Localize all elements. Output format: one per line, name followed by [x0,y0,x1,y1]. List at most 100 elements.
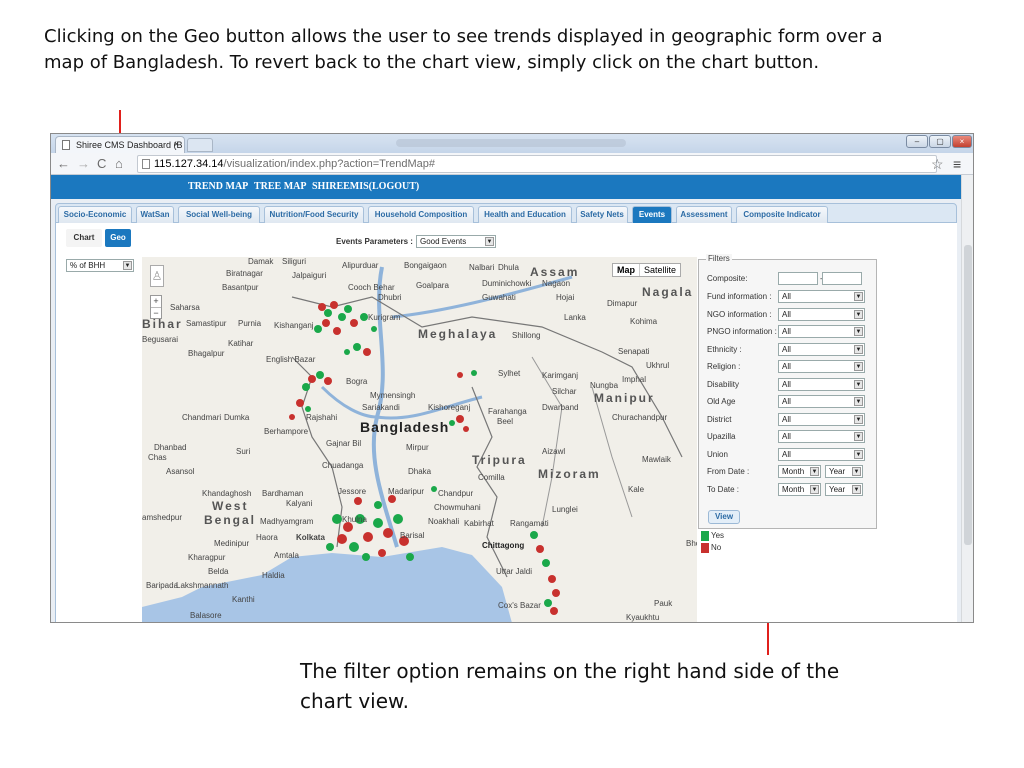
select-value: All [782,450,791,459]
menu-icon[interactable]: ≡ [953,156,961,172]
tab-composite-indicator[interactable]: Composite Indicator [736,206,828,223]
map-label: Chandmari [182,413,222,422]
map-type-satellite-button[interactable]: Satellite [640,264,680,276]
tab-household-composition[interactable]: Household Composition [368,206,474,223]
events-parameters-select[interactable]: Good Events ▼ [416,235,496,248]
union-select[interactable]: All ▼ [778,448,865,461]
back-icon[interactable]: ← [57,156,70,171]
select-value: Month [782,485,805,494]
ngo-information-select[interactable]: All ▼ [778,308,865,321]
minimize-button[interactable]: – [906,135,928,148]
map-type-map-button[interactable]: Map [613,264,640,276]
map-label: Dimapur [607,299,638,308]
disability-label: Disability [707,380,740,389]
pngo-information-select[interactable]: All ▼ [778,325,865,338]
map-label: Duminichowki [482,279,532,288]
map-label: Alipurduar [342,261,379,270]
map-region-label: Mizoram [538,467,601,481]
map-label: Mirpur [406,443,429,452]
tab-events[interactable]: Events [632,206,672,223]
tab-socio-economic[interactable]: Socio-Economic [58,206,132,223]
maximize-button[interactable]: ▢ [929,135,951,148]
chart-button[interactable]: Chart [66,229,102,247]
map-label: Siliguri [282,257,307,266]
fund-information-label: Fund information : [707,292,772,301]
view-button[interactable]: View [708,510,740,524]
map-label: Jessore [338,487,367,496]
nav-logout[interactable]: SHIREEMIS(LOGOUT) [312,181,419,192]
map-type-control: Map Satellite [612,263,682,277]
page-icon [62,140,70,150]
map-label: Khandaghosh [202,489,252,498]
map-canvas[interactable]: Damak Siliguri Biratnagar Jalpaiguri Ali… [142,257,697,622]
map-label: Khulna [342,515,367,524]
map-label: Shillong [512,331,541,340]
upazilla-select[interactable]: All ▼ [778,430,865,443]
url-input[interactable]: 115.127.34.14/visualization/index.php?ac… [137,155,937,173]
reload-icon[interactable]: C [97,156,106,171]
nav-trend-map[interactable]: TREND MAP [188,181,248,192]
geo-button[interactable]: Geo [105,229,131,247]
to-year-select[interactable]: Year ▼ [825,483,863,496]
tab-social-well-being[interactable]: Social Well-being [178,206,260,223]
ethnicity-label: Ethnicity : [707,345,742,354]
map-label: Guwahati [482,293,516,302]
map-label: Amtala [274,551,299,560]
district-label: District [707,415,732,424]
map-label: Purnia [238,319,262,328]
zoom-in-button[interactable]: + [151,296,161,308]
events-parameters-value: Good Events [420,237,467,246]
new-tab-button[interactable] [187,138,213,152]
chevron-down-icon: ▼ [810,467,819,476]
from-year-select[interactable]: Year ▼ [825,465,863,478]
map-label: Kale [628,485,645,494]
district-select[interactable]: All ▼ [778,413,865,426]
scrollbar-thumb[interactable] [964,245,972,545]
nav-tree-map[interactable]: TREE MAP [254,181,307,192]
zoom-out-button[interactable]: − [151,308,161,319]
tab-watsan[interactable]: WatSan [136,206,174,223]
street-view-icon[interactable]: ♙ [150,265,164,287]
tab-safety-nets[interactable]: Safety Nets [576,206,628,223]
map-label: Nagaon [542,279,571,288]
home-icon[interactable]: ⌂ [115,156,123,171]
pngo-information-label: PNGO information : [707,327,777,336]
chevron-down-icon: ▼ [854,380,863,389]
star-icon[interactable]: ☆ [931,156,944,173]
old-age-select[interactable]: All ▼ [778,395,865,408]
ethnicity-select[interactable]: All ▼ [778,343,865,356]
map-label: Asansol [166,467,195,476]
legend-no: No [701,543,721,553]
map-label: Dhaka [408,467,432,476]
map-label: Cooch Behar [348,283,395,292]
forward-icon[interactable]: → [77,156,90,171]
from-month-select[interactable]: Month ▼ [778,465,821,478]
indicator-select[interactable]: % of BHH ▼ [66,259,134,272]
disability-select[interactable]: All ▼ [778,378,865,391]
indicator-select-value: % of BHH [70,261,106,270]
page-scrollbar[interactable] [961,175,973,622]
chevron-down-icon: ▼ [854,397,863,406]
tab-close-icon[interactable]: × [174,139,179,149]
tab-nutrition-food-security[interactable]: Nutrition/Food Security [264,206,364,223]
tab-health-education[interactable]: Health and Education [478,206,572,223]
composite-max-input[interactable] [822,272,862,285]
browser-tab[interactable]: Shiree CMS Dashboard (B × [55,136,185,153]
tab-assessment[interactable]: Assessment [676,206,732,223]
map-label: Goalpara [416,281,449,290]
map-label: Basantpur [222,283,259,292]
map-label: Mawlaik [642,455,671,464]
map-label: Chowmuhani [434,503,481,512]
zoom-control[interactable]: + − [150,295,162,319]
fund-information-select[interactable]: All ▼ [778,290,865,303]
religion-select[interactable]: All ▼ [778,360,865,373]
to-month-select[interactable]: Month ▼ [778,483,821,496]
chevron-down-icon: ▼ [854,450,863,459]
map-label: Samastipur [186,319,227,328]
to-date-label: To Date : [707,485,740,494]
map-label: Rangamati [510,519,549,528]
composite-min-input[interactable] [778,272,818,285]
close-window-button[interactable]: × [952,135,972,148]
map-label: Beel [497,417,514,426]
chevron-down-icon: ▼ [123,261,132,270]
